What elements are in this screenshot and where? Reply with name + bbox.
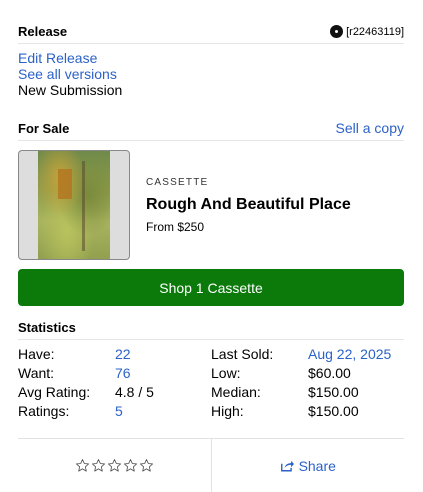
see-all-versions-link[interactable]: See all versions [18,66,404,82]
statistics-grid: Have: 22 Want: 76 Avg Rating: 4.8 / 5 Ra… [18,346,404,419]
item-title[interactable]: Rough And Beautiful Place [146,196,351,214]
sell-a-copy-link[interactable]: Sell a copy [336,120,404,136]
share-button[interactable]: Share [280,458,336,474]
stat-value-last-sold[interactable]: Aug 22, 2025 [308,346,404,362]
stat-label-median: Median: [211,384,261,400]
release-header: Release [r22463119] [18,24,404,44]
stat-value-ratings[interactable]: 5 [115,403,211,419]
shop-cassette-button[interactable]: Shop 1 Cassette [18,269,404,306]
release-links: Edit Release See all versions New Submis… [18,50,404,98]
statistics-left-column: Have: 22 Want: 76 Avg Rating: 4.8 / 5 Ra… [18,346,211,419]
release-title: Release [18,24,68,39]
stat-label-have: Have: [18,346,55,362]
stat-label-last-sold: Last Sold: [211,346,274,362]
stat-label-avg-rating: Avg Rating: [18,384,91,400]
stat-value-low: $60.00 [308,365,351,381]
new-submission-text: New Submission [18,82,123,98]
statistics-title: Statistics [18,320,76,335]
star-icon[interactable] [123,458,138,473]
share-cell: Share [212,439,405,492]
star-icon[interactable] [91,458,106,473]
stat-value-high: $150.00 [308,403,359,419]
sale-item[interactable]: CASSETTE Rough And Beautiful Place From … [18,150,404,260]
cassette-cover-image[interactable] [18,150,130,260]
for-sale-title: For Sale [18,120,70,136]
sale-item-info: CASSETTE Rough And Beautiful Place From … [146,177,351,234]
stat-value-median: $150.00 [308,384,359,400]
stat-label-ratings: Ratings: [18,403,70,419]
share-icon [280,460,294,472]
stat-label-want: Want: [18,365,55,381]
edit-release-link[interactable]: Edit Release [18,50,404,66]
stat-label-low: Low: [211,365,241,381]
star-icon[interactable] [139,458,154,473]
for-sale-header: For Sale Sell a copy [18,120,404,141]
stat-value-want[interactable]: 76 [115,365,211,381]
rating-cell [18,439,212,492]
cover-art [38,151,110,259]
share-label: Share [298,457,336,474]
release-panel: Release [r22463119] Edit Release See all… [18,0,404,419]
star-icon[interactable] [75,458,90,473]
release-id-label: [r22463119] [346,25,404,38]
disc-icon [330,25,344,38]
stat-value-avg-rating: 4.8 / 5 [115,384,154,400]
item-price: From $250 [146,219,205,234]
statistics-header: Statistics [18,320,404,340]
stat-label-high: High: [211,403,244,419]
statistics-right-column: Last Sold: Aug 22, 2025 Low: $60.00 Medi… [211,346,404,419]
stat-value-have[interactable]: 22 [115,346,211,362]
star-icon[interactable] [107,458,122,473]
panel-footer: Share [18,438,404,492]
release-id: [r22463119] [330,25,404,38]
rating-stars[interactable] [75,458,154,473]
item-format: CASSETTE [146,176,209,188]
